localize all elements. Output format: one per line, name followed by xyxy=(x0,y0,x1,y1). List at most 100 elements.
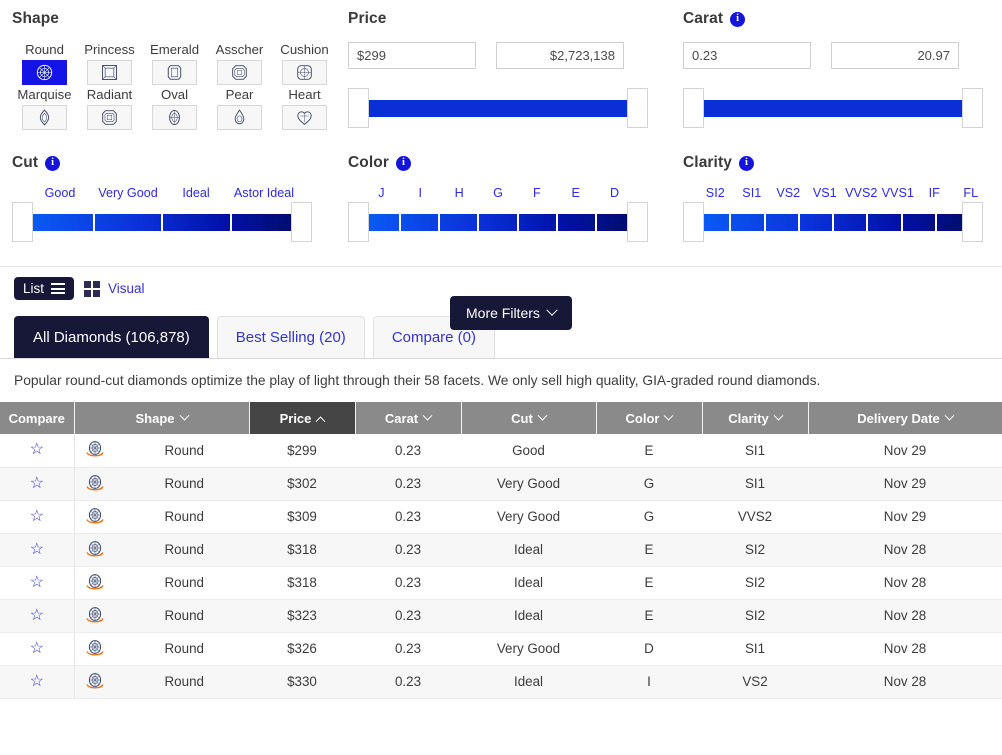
clarity-slider-handle-max[interactable] xyxy=(962,202,983,242)
delivery-date-value: Nov 28 xyxy=(808,566,1002,600)
favorite-star-icon[interactable]: ☆ xyxy=(30,508,44,525)
more-filters-button[interactable]: More Filters xyxy=(450,296,572,330)
clarity-tick xyxy=(800,214,834,231)
column-header-price[interactable]: Price xyxy=(249,402,356,434)
shape-option-princess[interactable]: Princess xyxy=(77,42,142,85)
view-toggle-visual[interactable]: Visual xyxy=(84,280,145,297)
diamond-360-icon[interactable] xyxy=(83,637,107,661)
favorite-star-icon[interactable]: ☆ xyxy=(30,640,44,657)
shape-option-label: Marquise xyxy=(17,87,72,102)
diamond-360-icon[interactable] xyxy=(83,604,107,628)
favorite-star-icon[interactable]: ☆ xyxy=(30,475,44,492)
table-row[interactable]: ☆ Round $299 0.23 Good E SI1 Nov 29 xyxy=(0,434,1002,468)
cushion-diamond-icon xyxy=(282,60,327,85)
column-header-label: Carat xyxy=(384,410,419,426)
list-icon xyxy=(51,283,66,294)
shape-option-label: Heart xyxy=(288,87,321,102)
tab-best-selling[interactable]: Best Selling (20) xyxy=(216,316,365,358)
view-toggle-list[interactable]: List xyxy=(14,277,75,300)
column-header-delivery-date[interactable]: Delivery Date xyxy=(808,402,1002,434)
carat-slider-handle-min[interactable] xyxy=(683,88,704,128)
favorite-star-icon[interactable]: ☆ xyxy=(30,607,44,624)
shape-option-cushion[interactable]: Cushion xyxy=(272,42,337,85)
cut-slider-handle-min[interactable] xyxy=(12,202,33,242)
diamond-360-icon[interactable] xyxy=(83,472,107,496)
column-header-label: Price xyxy=(279,410,312,426)
shape-option-pear[interactable]: Pear xyxy=(207,87,272,130)
info-icon[interactable]: i xyxy=(730,11,746,27)
color-tick xyxy=(558,214,597,231)
carat-slider-handle-max[interactable] xyxy=(962,88,983,128)
shape-option-asscher[interactable]: Asscher xyxy=(207,42,272,85)
carat-slider-track xyxy=(697,100,969,117)
price-value: $318 xyxy=(249,533,355,567)
cut-value: Ideal xyxy=(461,566,596,600)
cut-value: Ideal xyxy=(461,665,596,699)
color-range-slider[interactable] xyxy=(348,202,648,242)
info-icon[interactable]: i xyxy=(395,155,411,171)
carat-value: 0.23 xyxy=(355,665,461,699)
shape-option-emerald[interactable]: Emerald xyxy=(142,42,207,85)
price-range-slider[interactable] xyxy=(348,88,648,128)
cut-slider-handle-max[interactable] xyxy=(291,202,312,242)
clarity-slider-handle-min[interactable] xyxy=(683,202,704,242)
cut-range-slider[interactable] xyxy=(12,202,312,242)
compare-cell: ☆ xyxy=(0,500,75,534)
pear-diamond-icon xyxy=(217,105,262,130)
diamond-360-icon[interactable] xyxy=(83,538,107,562)
table-row[interactable]: ☆ Round $330 0.23 Ideal I VS2 Nov 28 xyxy=(0,665,1002,699)
color-slider-handle-min[interactable] xyxy=(348,202,369,242)
caret-down-icon xyxy=(664,410,674,421)
color-scale-label: G xyxy=(493,186,503,200)
carat-value: 0.23 xyxy=(355,434,461,468)
column-header-cut[interactable]: Cut xyxy=(461,402,597,434)
price-max-input[interactable] xyxy=(496,42,624,69)
price-slider-handle-min[interactable] xyxy=(348,88,369,128)
table-row[interactable]: ☆ Round $309 0.23 Very Good G VVS2 Nov 2… xyxy=(0,500,1002,534)
shape-value: Round xyxy=(164,674,204,689)
carat-min-input[interactable] xyxy=(683,42,811,69)
table-row[interactable]: ☆ Round $318 0.23 Ideal E SI2 Nov 28 xyxy=(0,533,1002,567)
round-diamond-360-icon xyxy=(86,606,103,622)
favorite-star-icon[interactable]: ☆ xyxy=(30,541,44,558)
table-row[interactable]: ☆ Round $302 0.23 Very Good G SI1 Nov 29 xyxy=(0,467,1002,501)
clarity-value: SI1 xyxy=(702,632,808,666)
cut-scale-label: Ideal xyxy=(182,186,210,200)
diamond-360-icon[interactable] xyxy=(83,670,107,694)
caret-down-icon xyxy=(179,410,189,421)
shape-title-label: Shape xyxy=(12,10,60,27)
cut-slider-ticks xyxy=(26,214,298,231)
shape-option-round[interactable]: Round xyxy=(12,42,77,85)
shape-option-radiant[interactable]: Radiant xyxy=(77,87,142,130)
price-slider-handle-max[interactable] xyxy=(627,88,648,128)
shape-cell: Round xyxy=(74,599,249,633)
favorite-star-icon[interactable]: ☆ xyxy=(30,441,44,458)
info-icon[interactable]: i xyxy=(45,155,61,171)
info-icon[interactable]: i xyxy=(738,155,754,171)
tab-all-diamonds[interactable]: All Diamonds (106,878) xyxy=(14,316,209,358)
column-header-carat[interactable]: Carat xyxy=(355,402,462,434)
cut-value: Very Good xyxy=(461,632,596,666)
color-slider-handle-max[interactable] xyxy=(627,202,648,242)
table-row[interactable]: ☆ Round $318 0.23 Ideal E SI2 Nov 28 xyxy=(0,566,1002,600)
carat-max-input[interactable] xyxy=(831,42,959,69)
column-header-shape[interactable]: Shape xyxy=(74,402,250,434)
table-row[interactable]: ☆ Round $323 0.23 Ideal E SI2 Nov 28 xyxy=(0,599,1002,633)
diamond-360-icon[interactable] xyxy=(83,505,107,529)
shape-option-heart[interactable]: Heart xyxy=(272,87,337,130)
diamond-360-icon[interactable] xyxy=(83,571,107,595)
shape-option-oval[interactable]: Oval xyxy=(142,87,207,130)
shape-option-marquise[interactable]: Marquise xyxy=(12,87,77,130)
column-header-clarity[interactable]: Clarity xyxy=(702,402,809,434)
price-min-input[interactable] xyxy=(348,42,476,69)
diamond-360-icon[interactable] xyxy=(83,438,107,462)
carat-range-slider[interactable] xyxy=(683,88,983,128)
table-row[interactable]: ☆ Round $326 0.23 Very Good D SI1 Nov 28 xyxy=(0,632,1002,666)
more-filters-label: More Filters xyxy=(466,305,540,321)
favorite-star-icon[interactable]: ☆ xyxy=(30,673,44,690)
favorite-star-icon[interactable]: ☆ xyxy=(30,574,44,591)
round-diamond-360-icon xyxy=(86,441,103,457)
column-header-color[interactable]: Color xyxy=(596,402,703,434)
table-body: ☆ Round $299 0.23 Good E SI1 Nov 29 ☆ Ro… xyxy=(0,434,1002,699)
clarity-range-slider[interactable] xyxy=(683,202,983,242)
